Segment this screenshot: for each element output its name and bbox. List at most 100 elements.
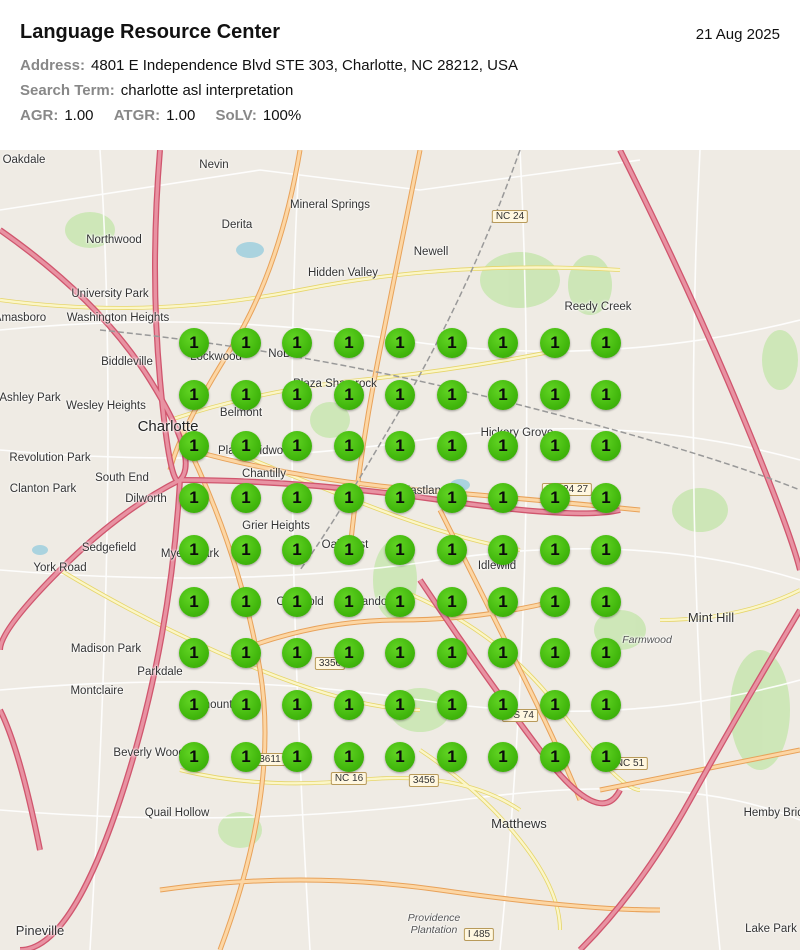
rank-marker[interactable]: 1 xyxy=(540,587,570,617)
rank-marker[interactable]: 1 xyxy=(385,535,415,565)
rank-marker[interactable]: 1 xyxy=(179,483,209,513)
rank-marker[interactable]: 1 xyxy=(282,638,312,668)
atgr-label: ATGR: xyxy=(113,107,161,124)
rank-marker[interactable]: 1 xyxy=(231,638,261,668)
rank-marker[interactable]: 1 xyxy=(179,638,209,668)
rank-marker[interactable]: 1 xyxy=(591,742,621,772)
rank-marker[interactable]: 1 xyxy=(540,380,570,410)
rank-marker[interactable]: 1 xyxy=(591,483,621,513)
rank-marker[interactable]: 1 xyxy=(282,431,312,461)
rank-marker[interactable]: 1 xyxy=(591,535,621,565)
rank-marker[interactable]: 1 xyxy=(334,535,364,565)
place-label: Derita xyxy=(221,219,253,231)
rank-marker[interactable]: 1 xyxy=(437,535,467,565)
rank-marker[interactable]: 1 xyxy=(334,431,364,461)
rank-marker[interactable]: 1 xyxy=(385,690,415,720)
rank-marker[interactable]: 1 xyxy=(488,328,518,358)
rank-marker[interactable]: 1 xyxy=(540,535,570,565)
rank-marker[interactable]: 1 xyxy=(282,742,312,772)
rank-marker[interactable]: 1 xyxy=(591,690,621,720)
rank-marker[interactable]: 1 xyxy=(385,328,415,358)
rank-marker[interactable]: 1 xyxy=(179,328,209,358)
rank-marker[interactable]: 1 xyxy=(231,431,261,461)
address-value: 4801 E Independence Blvd STE 303, Charlo… xyxy=(91,57,518,74)
rank-marker[interactable]: 1 xyxy=(334,328,364,358)
rank-marker[interactable]: 1 xyxy=(282,328,312,358)
rank-marker[interactable]: 1 xyxy=(488,535,518,565)
rank-marker[interactable]: 1 xyxy=(591,638,621,668)
business-title: Language Resource Center xyxy=(20,21,281,43)
rank-marker[interactable]: 1 xyxy=(282,587,312,617)
place-label: Northwood xyxy=(86,234,142,246)
rank-marker[interactable]: 1 xyxy=(540,483,570,513)
rank-marker[interactable]: 1 xyxy=(437,587,467,617)
rank-marker[interactable]: 1 xyxy=(437,328,467,358)
rank-marker[interactable]: 1 xyxy=(179,587,209,617)
rank-marker[interactable]: 1 xyxy=(231,690,261,720)
rank-marker[interactable]: 1 xyxy=(282,535,312,565)
rank-marker[interactable]: 1 xyxy=(231,742,261,772)
rank-marker[interactable]: 1 xyxy=(334,587,364,617)
report-date: 21 Aug 2025 xyxy=(695,26,780,43)
rank-marker[interactable]: 1 xyxy=(231,483,261,513)
rank-marker[interactable]: 1 xyxy=(334,690,364,720)
place-label: Clanton Park xyxy=(9,483,77,495)
rank-marker[interactable]: 1 xyxy=(179,690,209,720)
rank-marker[interactable]: 1 xyxy=(540,638,570,668)
rank-marker[interactable]: 1 xyxy=(334,483,364,513)
rank-marker[interactable]: 1 xyxy=(488,638,518,668)
rank-marker[interactable]: 1 xyxy=(437,483,467,513)
place-label: Amasboro xyxy=(0,312,47,324)
rank-marker[interactable]: 1 xyxy=(385,483,415,513)
rank-marker[interactable]: 1 xyxy=(385,638,415,668)
rank-marker[interactable]: 1 xyxy=(334,742,364,772)
search-term-row: Search Term: charlotte asl interpretation xyxy=(20,82,309,99)
agr-value: 1.00 xyxy=(64,107,94,124)
rank-marker[interactable]: 1 xyxy=(437,431,467,461)
rank-marker[interactable]: 1 xyxy=(282,690,312,720)
rank-marker[interactable]: 1 xyxy=(385,380,415,410)
rank-marker[interactable]: 1 xyxy=(179,742,209,772)
rank-marker[interactable]: 1 xyxy=(334,638,364,668)
place-label: Pineville xyxy=(15,923,65,938)
rank-marker[interactable]: 1 xyxy=(282,483,312,513)
rank-marker[interactable]: 1 xyxy=(488,742,518,772)
rank-marker[interactable]: 1 xyxy=(591,587,621,617)
rank-marker[interactable]: 1 xyxy=(591,431,621,461)
route-shield: 3456 xyxy=(408,774,440,787)
place-label: Chantilly xyxy=(241,468,287,480)
rank-marker[interactable]: 1 xyxy=(385,587,415,617)
rank-marker[interactable]: 1 xyxy=(488,380,518,410)
rank-marker[interactable]: 1 xyxy=(231,587,261,617)
solv-label: SoLV: xyxy=(215,107,257,124)
rank-marker[interactable]: 1 xyxy=(437,638,467,668)
rank-marker[interactable]: 1 xyxy=(488,431,518,461)
rank-marker[interactable]: 1 xyxy=(540,431,570,461)
rank-marker[interactable]: 1 xyxy=(179,380,209,410)
rank-marker[interactable]: 1 xyxy=(591,328,621,358)
rank-marker[interactable]: 1 xyxy=(540,328,570,358)
rank-marker[interactable]: 1 xyxy=(488,483,518,513)
rank-marker[interactable]: 1 xyxy=(591,380,621,410)
route-shield: I 485 xyxy=(463,928,495,941)
rank-marker[interactable]: 1 xyxy=(437,690,467,720)
place-label: South End xyxy=(95,472,149,484)
rank-marker[interactable]: 1 xyxy=(282,380,312,410)
rank-marker[interactable]: 1 xyxy=(179,431,209,461)
rank-marker[interactable]: 1 xyxy=(437,742,467,772)
rank-grid-map[interactable]: Oakdale Nevin Derita Mineral Springs Nor… xyxy=(0,150,800,950)
place-label: Nevin xyxy=(199,159,229,171)
rank-marker[interactable]: 1 xyxy=(179,535,209,565)
rank-marker[interactable]: 1 xyxy=(488,587,518,617)
rank-marker[interactable]: 1 xyxy=(540,742,570,772)
rank-marker[interactable]: 1 xyxy=(437,380,467,410)
rank-marker[interactable]: 1 xyxy=(231,380,261,410)
rank-marker[interactable]: 1 xyxy=(231,535,261,565)
route-shield: NC 24 xyxy=(491,210,529,223)
rank-marker[interactable]: 1 xyxy=(540,690,570,720)
rank-marker[interactable]: 1 xyxy=(488,690,518,720)
rank-marker[interactable]: 1 xyxy=(334,380,364,410)
rank-marker[interactable]: 1 xyxy=(231,328,261,358)
rank-marker[interactable]: 1 xyxy=(385,742,415,772)
rank-marker[interactable]: 1 xyxy=(385,431,415,461)
